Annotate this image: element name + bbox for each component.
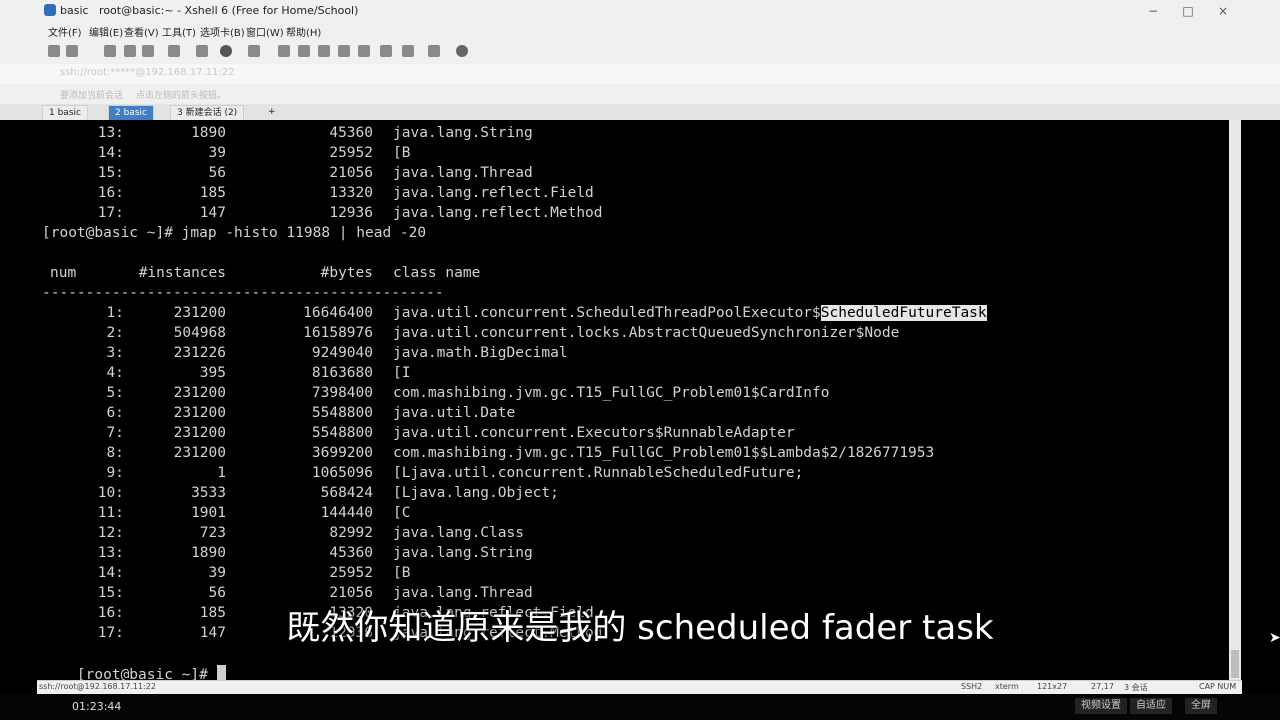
keyboard-icon[interactable]: [358, 45, 370, 57]
script-icon[interactable]: [298, 45, 310, 57]
text-cursor: [216, 665, 226, 680]
xftp-icon[interactable]: [278, 45, 290, 57]
terminal-scrollbar[interactable]: [1229, 120, 1241, 680]
session-hint-bar: 要添加当前会话 点击左侧的箭头按钮。: [0, 84, 1280, 105]
scrollbar-thumb[interactable]: [1231, 650, 1239, 678]
new-session-icon[interactable]: [48, 45, 60, 57]
table-row: 4: 395 8163680 [I: [106, 365, 411, 381]
status-bar: ssh://root@192.168.17.11:22 SSH2 xterm 1…: [37, 680, 1242, 695]
video-player-bar: 01:23:44 视频设置 自适应 全屏: [0, 694, 1280, 720]
table-row: 2: 504968 16158976 java.util.concurrent.loc…: [106, 325, 900, 341]
table-row: 7: 231200 5548800 java.util.concurrent.Exec…: [106, 425, 795, 441]
video-settings-button[interactable]: 视频设置: [1075, 698, 1127, 714]
tab-bar: 1 basic 2 basic 3 新建会话 (2) +: [0, 104, 1280, 121]
table-row: 14: 39 25952 [B: [97, 145, 411, 161]
xshell-app-icon: [44, 4, 56, 16]
hint-text-2: 点击左侧的箭头按钮。: [136, 91, 227, 101]
menu-tools[interactable]: 工具(T): [162, 24, 196, 39]
table-row: 9: 1 1065096 [Ljava.util.concurrent.Runnabl…: [106, 465, 804, 481]
table-row: 17: 147 12936 java.lang.reflect.Method: [97, 205, 603, 221]
table-row: 14: 39 25952 [B: [97, 565, 411, 581]
font-icon[interactable]: [248, 45, 260, 57]
fit-button[interactable]: 自适应: [1130, 698, 1172, 714]
status-cursor-pos: 27,17: [1091, 682, 1114, 691]
tab-2-basic[interactable]: 2 basic: [108, 105, 154, 121]
table-row: 1: 231200 16646400 java.util.concurrent.Sch…: [106, 305, 987, 321]
search-icon[interactable]: [168, 45, 180, 57]
table-row: 5: 231200 7398400 com.mashibing.jvm.gc.T15_…: [106, 385, 830, 401]
status-caps: CAP NUM: [1199, 682, 1237, 691]
layout-icon[interactable]: [428, 45, 440, 57]
compose-icon[interactable]: [402, 45, 414, 57]
mouse-pointer-icon: ➤: [1269, 630, 1280, 646]
terminal-area[interactable]: 13: 1890 45360 java.lang.String 14: 39 25952[…: [37, 120, 1229, 680]
tab-3-new-session[interactable]: 3 新建会话 (2): [170, 105, 245, 121]
menu-view[interactable]: 查看(V): [124, 24, 159, 39]
table-row: 10: 3533 568424 [Ljava.lang.Object;: [97, 485, 559, 501]
transfer-icon[interactable]: [318, 45, 330, 57]
fullscreen-button[interactable]: 全屏: [1185, 698, 1217, 714]
fullscreen-icon[interactable]: [380, 45, 392, 57]
status-sessions: 3 会话: [1124, 683, 1148, 692]
disconnect-icon[interactable]: [104, 45, 116, 57]
status-address: ssh://root@192.168.17.11:22: [39, 682, 156, 691]
help-icon[interactable]: [456, 45, 468, 57]
close-button[interactable]: ×: [1215, 3, 1231, 19]
menu-file[interactable]: 文件(F): [48, 24, 82, 39]
shell-prompt: [root@basic ~]#: [76, 667, 217, 680]
table-row: 6: 231200 5548800 java.util.Date: [106, 405, 516, 421]
menu-help[interactable]: 帮助(H): [286, 24, 321, 39]
menu-edit[interactable]: 编辑(E): [89, 24, 123, 39]
open-folder-icon[interactable]: [66, 45, 78, 57]
status-size: 121x27: [1037, 682, 1068, 691]
hint-text-1: 要添加当前会话: [60, 91, 124, 101]
table-row: 13: 1890 45360 java.lang.String: [97, 545, 533, 561]
lock-icon[interactable]: [338, 45, 350, 57]
menu-bar: 文件(F) 编辑(E) 查看(V) 工具(T) 选项卡(B) 窗口(W) 帮助(…: [0, 22, 1280, 40]
status-term: xterm: [995, 682, 1019, 691]
video-subtitle: 既然你知道原来是我的 scheduled fader task: [286, 608, 994, 648]
table-row: 13: 1890 45360 java.lang.String: [97, 125, 533, 141]
window-title: basic root@basic:~ - Xshell 6 (Free for …: [60, 4, 359, 17]
table-separator: ----------------------------------------…: [42, 285, 444, 301]
video-time: 01:23:44: [72, 700, 122, 713]
toolbar: [0, 40, 1280, 65]
status-protocol: SSH2: [961, 682, 983, 691]
table-row: 8: 231200 3699200 com.mashibing.jvm.gc.T15_…: [106, 445, 935, 461]
command-line: [root@basic ~]# jmap -histo 11988 | head…: [42, 225, 427, 241]
table-row: 15: 56 21056 java.lang.Thread: [97, 165, 533, 181]
menu-tabs[interactable]: 选项卡(B): [200, 24, 245, 39]
print-icon[interactable]: [196, 45, 208, 57]
tab-1-basic[interactable]: 1 basic: [42, 105, 88, 121]
minimize-button[interactable]: −: [1145, 3, 1161, 19]
menu-window[interactable]: 窗口(W): [246, 24, 284, 39]
table-row: 12: 723 82992 java.lang.Class: [97, 525, 524, 541]
selected-text[interactable]: ScheduledFutureTask: [820, 305, 987, 321]
table-header: num #instances #bytes class name: [50, 265, 481, 281]
table-row: 11: 1901 144440 [C: [97, 505, 411, 521]
color-scheme-icon[interactable]: [220, 45, 232, 57]
paste-icon[interactable]: [142, 45, 154, 57]
new-tab-button[interactable]: +: [262, 105, 282, 119]
address-text: ssh://root:*****@192.168.17.11:22: [60, 67, 235, 78]
title-bar: basic root@basic:~ - Xshell 6 (Free for …: [0, 0, 1280, 22]
table-row: 16: 185 13320 java.lang.reflect.Field: [97, 185, 594, 201]
table-row: 3: 231226 9249040 java.math.BigDecimal: [106, 345, 568, 361]
maximize-button[interactable]: □: [1180, 3, 1196, 19]
address-bar[interactable]: ssh://root:*****@192.168.17.11:22: [0, 64, 1280, 85]
copy-icon[interactable]: [124, 45, 136, 57]
